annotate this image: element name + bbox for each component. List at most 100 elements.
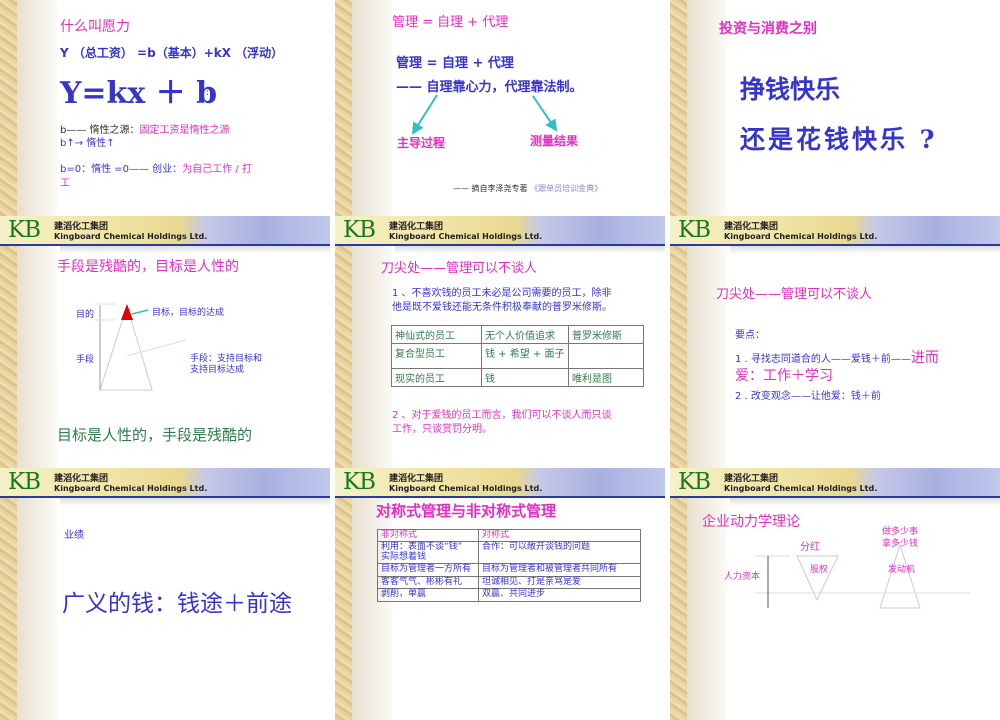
slide-title: 刀尖处——管理可以不谈人 (716, 287, 873, 302)
employee-table: 神仙式的员工 无个人价值追求 普罗米修斯 复合型员工钱 + 希望 + 面子 现实的员… (391, 325, 644, 387)
cell: 目标为管理者和被管理者共同所有 (478, 563, 641, 577)
slide-header: KB 建滔化工集团 Kingboard Chemical Holdings Ltd. (0, 468, 330, 498)
table-row: 神仙式的员工 无个人价值追求 普罗米修斯 (391, 325, 644, 344)
dynamics-diagram (755, 543, 970, 609)
slide-8[interactable]: KB 建滔化工集团 Kingboard Chemical Holdings Ltd.… (335, 468, 665, 720)
cell: 坦诚相见、打是亲骂是爱 (478, 575, 641, 590)
line-1: 挣钱快乐 (740, 75, 841, 104)
cell: 目标为管理者一方所有 (377, 563, 479, 577)
item-1-cont: 爱：工作＋学习 (735, 368, 833, 384)
text: 固定工资是惰性之源 (139, 125, 230, 136)
texture-strip (335, 216, 352, 468)
slide-6[interactable]: KB 建滔化工集团 Kingboard Chemical Holdings Ltd.… (670, 216, 1000, 468)
table-row: 非对称式 对称式 (377, 528, 641, 543)
cell: 客客气气、彬彬有礼 (377, 575, 479, 590)
table-row: 客客气气、彬彬有礼 坦诚相见、打是亲骂是爱 (377, 575, 641, 590)
texture-strip (335, 468, 352, 720)
cell: 利用：表面不谈“钱” 实际想着钱 (377, 541, 479, 565)
engine-label: 发动机 (888, 565, 916, 575)
slide-9[interactable]: KB 建滔化工集团 Kingboard Chemical Holdings Ltd.… (670, 468, 1000, 720)
texture-strip (0, 468, 17, 720)
company-cn: 建滔化工集团 (389, 222, 444, 232)
arrow-left (411, 94, 438, 135)
texture-strip (0, 0, 17, 218)
shadow (730, 246, 1000, 254)
company-en: Kingboard Chemical Holdings Ltd. (54, 484, 208, 493)
company-cn: 建滔化工集团 (54, 474, 109, 484)
table-row: 利用：表面不谈“钱” 实际想着钱 合作：可以敞开谈钱的问题 (377, 541, 641, 565)
text: 为自己工作 / 打 (182, 164, 252, 175)
kb-logo: KB (678, 217, 711, 243)
kb-logo: KB (343, 217, 376, 243)
left-label: 主导过程 (397, 136, 446, 150)
slide-header: KB 建滔化工集团 Kingboard Chemical Holdings Ltd. (335, 216, 665, 246)
capital-label: 人力资本 (724, 572, 761, 582)
para-1: 1 、不喜欢钱的员工未必是公司需要的员工，除非 (392, 288, 612, 299)
right-label: 测量结果 (530, 134, 579, 148)
performance-label: 业绩 (64, 530, 84, 541)
slide-1[interactable]: 什么叫愿力 Y （总工资） =b（基本）+kX （浮动） Y=kx ＋ b : … (0, 0, 330, 218)
formula-desc: Y （总工资） =b（基本）+kX （浮动） (60, 46, 284, 60)
company-en: Kingboard Chemical Holdings Ltd. (724, 232, 878, 241)
cell: 双赢、共同进步 (478, 588, 641, 602)
shade (17, 0, 57, 218)
slide-5[interactable]: KB 建滔化工集团 Kingboard Chemical Holdings Ltd.… (335, 216, 665, 468)
cell: 合作：可以敞开谈钱的问题 (478, 541, 641, 565)
text: —— 摘自李泽尧专著 (453, 184, 528, 193)
bottom-text: 目标是人性的，手段是残酷的 (57, 426, 253, 444)
slide-2[interactable]: 管理 = 自理 + 代理 管理 = 自理 + 代理 —— 自理靠心力，代理靠法制… (335, 0, 665, 218)
slide-title: 什么叫愿力 (60, 19, 130, 35)
table-row: 目标为管理者一方所有 目标为管理者和被管理者共同所有 (377, 563, 641, 577)
para-1-cont: 他是既不爱钱还能无条件积极奉献的普罗米修斯。 (392, 302, 612, 313)
table-row: 复合型员工钱 + 希望 + 面子 (391, 343, 644, 369)
slide-title: 投资与消费之别 (719, 21, 817, 37)
means-note-2: 支持目标达成 (190, 365, 245, 375)
cell: 剥削，单赢 (377, 588, 479, 602)
cell: 无个人价值追求 (481, 325, 569, 344)
shade (352, 216, 392, 468)
slide-4[interactable]: KB 建滔化工集团 Kingboard Chemical Holdings Ltd.… (0, 216, 330, 468)
item-2: 2 . 改变观念——让他爱：钱＋前 (735, 391, 881, 402)
line-3-cont: 工 (60, 178, 70, 189)
shadow (60, 498, 330, 506)
text: 进而 (910, 350, 939, 366)
colon: : (206, 88, 210, 98)
shade (687, 216, 727, 468)
equity-label: 股权 (810, 565, 829, 575)
slide-header: KB 建滔化工集团 Kingboard Chemical Holdings Ltd. (670, 216, 1000, 246)
company-cn: 建滔化工集团 (724, 222, 779, 232)
top-right-2: 拿多少钱 (882, 539, 919, 549)
cell: 钱 + 希望 + 面子 (481, 343, 569, 369)
para-2: 2 、对于爱钱的员工而言，我们可以不谈人而只谈 (392, 410, 612, 421)
slide-header: KB 建滔化工集团 Kingboard Chemical Holdings Ltd. (335, 468, 665, 498)
means-label: 手段 (76, 355, 95, 365)
text: 1 . 寻找志同道合的人——爱钱＋前—— (735, 354, 911, 365)
slide-title: 对称式管理与非对称式管理 (376, 502, 557, 520)
arrow-right (532, 95, 558, 132)
cell: 神仙式的员工 (391, 325, 482, 344)
line-2: 还是花钱快乐 ? (740, 125, 938, 154)
book: 《跟单员培训金典》 (530, 184, 603, 193)
formula: Y=kx ＋ b (60, 76, 218, 111)
text: b=0：惰性 =0—— 创业： (60, 164, 183, 175)
company-en: Kingboard Chemical Holdings Ltd. (389, 484, 543, 493)
cell (568, 343, 644, 369)
company-en: Kingboard Chemical Holdings Ltd. (389, 232, 543, 241)
table-row: 剥削，单赢 双赢、共同进步 (377, 588, 641, 602)
texture-strip (670, 216, 687, 468)
table-row: 现实的员工钱唯利是图 (391, 368, 644, 387)
cell: 非对称式 (377, 528, 479, 543)
goal-note: 目标，目标的达成 (152, 308, 225, 318)
shadow (395, 246, 665, 254)
slide-3[interactable]: 投资与消费之别 挣钱快乐 还是花钱快乐 ? (670, 0, 1000, 218)
cell: 普罗米修斯 (568, 325, 644, 344)
item-1: 1 . 寻找志同道合的人——爱钱＋前——进而 (735, 347, 939, 367)
big-text: 广义的钱：钱途＋前途 (62, 591, 292, 617)
line-3: b=0：惰性 =0—— 创业：为自己工作 / 打 (60, 160, 252, 175)
goal-triangle (121, 304, 133, 320)
cell: 钱 (481, 368, 569, 387)
para-2-cont: 工作，只谈赏罚分明。 (392, 424, 492, 435)
comparison-table: 非对称式 对称式 利用：表面不谈“钱” 实际想着钱 合作：可以敞开谈钱的问题 目标为… (377, 528, 641, 602)
dividend-label: 分红 (800, 542, 820, 553)
slide-7[interactable]: KB 建滔化工集团 Kingboard Chemical Holdings Ltd.… (0, 468, 330, 720)
